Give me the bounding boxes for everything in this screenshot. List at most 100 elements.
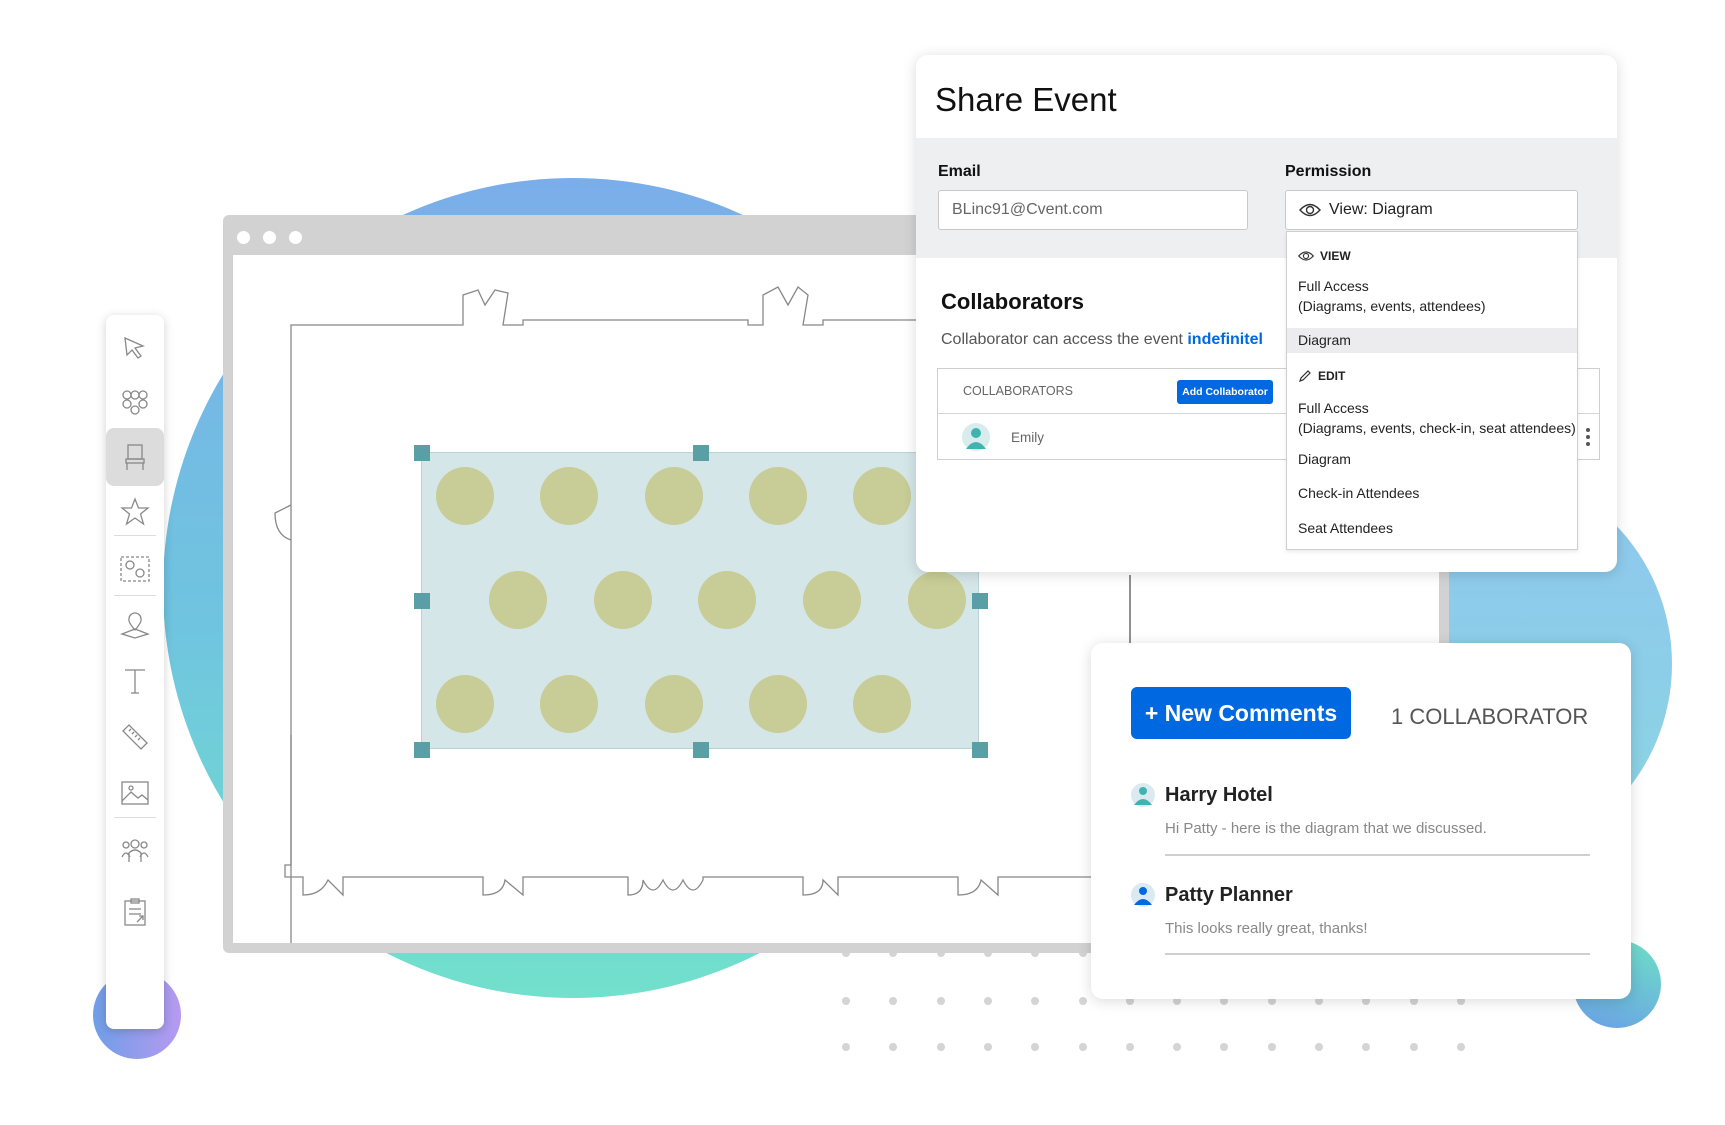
grid-dot <box>1315 1043 1323 1051</box>
window-dot <box>289 231 302 244</box>
collaborators-heading: Collaborators <box>941 289 1085 314</box>
user-avatar-icon <box>1131 783 1155 807</box>
grid-dot <box>1173 1043 1182 1051</box>
new-comments-button[interactable]: + New Comments <box>1131 687 1351 739</box>
star-icon <box>120 497 150 526</box>
grid-dot <box>1362 1043 1371 1051</box>
option-label: Full Access <box>1298 278 1369 294</box>
grid-dot <box>1456 1043 1465 1051</box>
grid-dot <box>983 1043 992 1051</box>
column-header: COLLABORATORS <box>963 384 1073 398</box>
option-sublabel: (Diagrams, events, attendees) <box>1298 298 1486 314</box>
round-table[interactable] <box>853 675 911 733</box>
email-field[interactable]: BLinc91@Cvent.com <box>938 190 1248 230</box>
pencil-icon <box>1299 370 1311 382</box>
grid-dot <box>1078 1043 1087 1051</box>
attendees-icon <box>121 839 149 862</box>
round-table[interactable] <box>489 571 547 629</box>
round-table[interactable] <box>540 675 598 733</box>
email-label: Email <box>938 163 981 180</box>
tool-text[interactable] <box>106 652 164 710</box>
grid-dot <box>936 1043 945 1051</box>
permission-dropdown-menu: VIEW Full Access (Diagrams, events, atten… <box>1286 231 1578 550</box>
tool-round-table[interactable] <box>106 373 164 431</box>
tool-attendees[interactable] <box>106 822 164 880</box>
image-icon <box>121 781 149 805</box>
collaborators-info: Collaborator can access the event indefi… <box>941 331 1263 349</box>
round-table[interactable] <box>594 571 652 629</box>
round-table[interactable] <box>803 571 861 629</box>
clipboard-export-icon <box>124 898 146 926</box>
window-dot <box>237 231 250 244</box>
group-settings-icon <box>120 556 150 582</box>
resize-handle[interactable] <box>972 742 988 758</box>
option-label: Diagram <box>1298 332 1351 348</box>
tool-ruler[interactable] <box>106 708 164 766</box>
tool-select-arrow[interactable] <box>106 320 164 378</box>
comment-author: Harry Hotel <box>1165 784 1273 806</box>
grid-dot <box>1031 997 1040 1005</box>
grid-dot <box>842 997 850 1005</box>
grid-dot <box>1031 1043 1040 1051</box>
round-table-icon <box>122 390 148 415</box>
resize-handle[interactable] <box>972 593 988 609</box>
round-table[interactable] <box>436 467 494 525</box>
resize-handle[interactable] <box>414 742 430 758</box>
grid-dot <box>842 1043 850 1051</box>
option-sublabel: (Diagrams, events, check-in, seat attend… <box>1298 420 1576 436</box>
resize-handle[interactable] <box>693 445 709 461</box>
tool-image[interactable] <box>106 764 164 822</box>
edit-section-header: EDIT <box>1298 369 1345 383</box>
round-table[interactable] <box>540 467 598 525</box>
resize-handle[interactable] <box>414 445 430 461</box>
tool-star[interactable] <box>106 483 164 541</box>
tool-clipboard-export[interactable] <box>106 883 164 941</box>
grid-dot <box>1220 1043 1229 1051</box>
grid-dot <box>1409 1043 1418 1051</box>
round-table[interactable] <box>853 467 911 525</box>
round-table[interactable] <box>645 675 703 733</box>
grid-dot <box>983 997 992 1005</box>
eye-icon <box>1299 203 1321 217</box>
grid-dot <box>1078 997 1087 1005</box>
round-table[interactable] <box>749 675 807 733</box>
option-view-full-access[interactable]: Full Access (Diagrams, events, attendees) <box>1298 278 1486 314</box>
resize-handle[interactable] <box>414 593 430 609</box>
access-duration-link[interactable]: indefinitel <box>1187 331 1263 348</box>
comment-message: This looks really great, thanks! <box>1165 920 1368 937</box>
section-label: VIEW <box>1320 249 1351 263</box>
permission-value: View: Diagram <box>1329 201 1433 218</box>
comment-divider <box>1165 953 1590 955</box>
option-edit-full-access[interactable]: Full Access (Diagrams, events, check-in, … <box>1298 400 1576 436</box>
location-pin-icon <box>120 612 150 639</box>
tool-group-settings[interactable] <box>106 540 164 598</box>
toolbar-divider <box>114 595 156 596</box>
section-label: EDIT <box>1318 369 1346 383</box>
view-section-header: VIEW <box>1298 249 1351 263</box>
round-table[interactable] <box>698 571 756 629</box>
select-arrow-icon <box>124 336 145 359</box>
info-text: Collaborator can access the event <box>941 331 1188 348</box>
grid-dot <box>936 997 945 1005</box>
comment-author: Patty Planner <box>1165 884 1293 906</box>
grid-dot <box>1125 1043 1134 1051</box>
round-table[interactable] <box>436 675 494 733</box>
option-view-diagram[interactable]: Diagram <box>1287 328 1577 353</box>
collaborator-name: Emily <box>1011 430 1044 445</box>
resize-handle[interactable] <box>693 742 709 758</box>
round-table[interactable] <box>749 467 807 525</box>
add-collaborator-button[interactable]: Add Collaborator <box>1177 380 1273 404</box>
option-edit-diagram[interactable]: Diagram <box>1298 451 1351 467</box>
tool-location-pin[interactable] <box>106 597 164 655</box>
more-options-icon[interactable] <box>1586 425 1592 449</box>
permission-select[interactable]: View: Diagram <box>1285 190 1578 230</box>
round-table[interactable] <box>908 571 966 629</box>
seating-block[interactable] <box>414 445 988 758</box>
ruler-icon <box>122 724 148 750</box>
tool-chair[interactable] <box>106 428 164 486</box>
grid-dot <box>1267 1043 1276 1051</box>
option-checkin-attendees[interactable]: Check-in Attendees <box>1298 485 1419 501</box>
tool-sidebar <box>106 315 164 1029</box>
option-seat-attendees[interactable]: Seat Attendees <box>1298 520 1393 536</box>
round-table[interactable] <box>645 467 703 525</box>
